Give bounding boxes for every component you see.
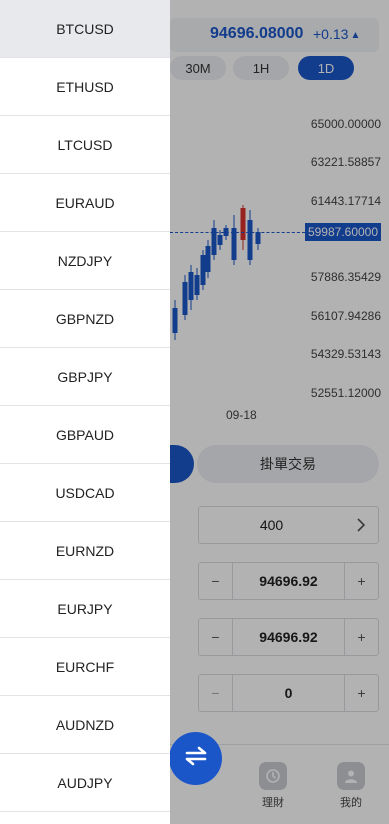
symbol-item-ltcusd[interactable]: LTCUSD xyxy=(0,116,170,174)
symbol-item-gbpjpy[interactable]: GBPJPY xyxy=(0,348,170,406)
symbol-item-gbpnzd[interactable]: GBPNZD xyxy=(0,290,170,348)
symbol-item-nzdjpy[interactable]: NZDJPY xyxy=(0,232,170,290)
symbol-item-usdcad[interactable]: USDCAD xyxy=(0,464,170,522)
symbol-item-eurnzd[interactable]: EURNZD xyxy=(0,522,170,580)
symbol-item-audnzd[interactable]: AUDNZD xyxy=(0,696,170,754)
symbol-item-btcusd[interactable]: BTCUSD xyxy=(0,0,170,58)
symbol-item-euraud[interactable]: EURAUD xyxy=(0,174,170,232)
symbol-item-eurjpy[interactable]: EURJPY xyxy=(0,580,170,638)
swap-button[interactable] xyxy=(169,732,222,785)
symbol-item-audjpy[interactable]: AUDJPY xyxy=(0,754,170,812)
swap-arrows-icon xyxy=(183,746,209,771)
symbol-item-ethusd[interactable]: ETHUSD xyxy=(0,58,170,116)
symbol-item-eurchf[interactable]: EURCHF xyxy=(0,638,170,696)
symbol-item-gbpaud[interactable]: GBPAUD xyxy=(0,406,170,464)
symbol-drawer: BTCUSD ETHUSD LTCUSD EURAUD NZDJPY GBPNZ… xyxy=(0,0,170,824)
